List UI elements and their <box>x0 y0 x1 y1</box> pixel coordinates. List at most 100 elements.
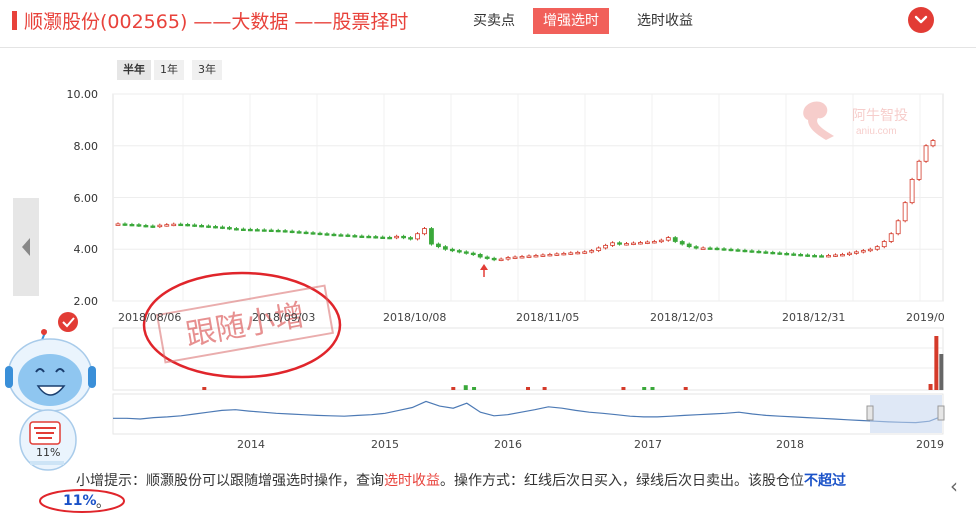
candle-body <box>178 223 184 227</box>
candle-body <box>686 243 692 248</box>
candle-body <box>798 254 804 257</box>
candle-body <box>916 160 922 180</box>
follow-stamp: 跟随小增 <box>142 271 342 379</box>
volume-bar <box>939 354 944 390</box>
navigator-selection[interactable] <box>870 395 942 433</box>
candle-body <box>234 228 239 231</box>
candle-body <box>756 250 762 254</box>
candle-body <box>665 237 671 241</box>
candle-body <box>185 224 191 227</box>
candle-body <box>436 243 441 248</box>
candle-body <box>603 244 609 249</box>
aniu-logo-icon <box>803 101 834 140</box>
candle-body <box>742 249 748 253</box>
candle-body <box>805 254 811 257</box>
candle-body <box>164 224 170 227</box>
candle-body <box>498 258 504 261</box>
candle-body <box>533 255 539 258</box>
candle-body <box>645 241 650 244</box>
volume-bar <box>683 387 688 390</box>
candle-body <box>651 241 657 244</box>
candle-body <box>408 237 413 240</box>
candle-body <box>366 235 372 239</box>
candle-body <box>575 251 581 255</box>
candle-body <box>345 234 351 237</box>
candle-body <box>840 254 845 257</box>
timing-returns-link[interactable]: 选时收益 <box>384 473 440 489</box>
candle-body <box>679 241 685 245</box>
candle-body <box>833 254 838 257</box>
watermark-brand-cn: 阿牛智投 <box>852 107 908 123</box>
candle-body <box>442 246 448 250</box>
candle-body <box>143 225 149 228</box>
candle-body <box>596 247 602 251</box>
mascot-position-label: 11% <box>36 446 61 459</box>
navigator-series-line <box>113 400 944 424</box>
aniu-watermark: 阿牛智投 aniu.com <box>803 101 908 140</box>
candle-body <box>568 252 574 255</box>
navigator-year-label: 2017 <box>634 438 662 451</box>
tip-middle: 。操作方式：红线后次日买入，绿线后次日卖出。该股仓位 <box>440 473 804 489</box>
candle-body <box>275 229 281 233</box>
candle-body <box>227 227 232 230</box>
navigator-year-label: 2018 <box>776 438 804 451</box>
chevron-left-icon[interactable]: ‹ <box>950 474 958 498</box>
x-tick-label: 2018/12/31 <box>782 311 846 324</box>
candle-body <box>122 223 128 226</box>
candle-body <box>220 226 225 229</box>
position-limit-value: 11% <box>63 493 97 509</box>
candle-body <box>261 229 267 232</box>
x-tick-label: 2018/08/06 <box>118 311 182 324</box>
stamp-text: 跟随小增 <box>183 298 307 353</box>
candle-body <box>617 242 622 245</box>
candle-body <box>561 252 567 256</box>
candle-body <box>707 247 713 250</box>
candle-body <box>491 257 497 261</box>
candle-body <box>554 253 560 256</box>
candle-body <box>700 247 706 250</box>
candle-body <box>526 255 532 258</box>
x-tick-label: 2018/12/03 <box>650 311 714 324</box>
volume-bar <box>650 387 655 390</box>
price-chart[interactable]: 阿牛智投 aniu.com 跟随小增 <box>0 0 976 513</box>
candle-body <box>352 235 358 238</box>
candle-body <box>714 247 720 251</box>
candle-body <box>449 248 455 252</box>
navigator-handle-left[interactable] <box>866 405 874 421</box>
candle-body <box>380 236 386 239</box>
candle-body <box>331 233 337 237</box>
candle-body <box>359 235 365 238</box>
candle-body <box>456 250 462 253</box>
navigator-year-label: 2015 <box>371 438 399 451</box>
tip-highlight: 不超过 <box>804 473 846 489</box>
navigator-handle-right[interactable] <box>937 405 945 421</box>
candle-body <box>289 230 295 234</box>
candle-body <box>192 224 198 227</box>
buy-signal-arrow-icon <box>480 264 488 277</box>
volume-bar <box>928 384 933 390</box>
candle-body <box>847 252 852 256</box>
navigator-frame <box>112 393 944 435</box>
candle-body <box>909 178 915 204</box>
candle-body <box>930 140 936 147</box>
x-tick-label: 2018/09/03 <box>252 311 316 324</box>
candle-body <box>853 251 859 254</box>
candle-body <box>860 250 866 253</box>
candle-body <box>477 254 483 258</box>
candle-body <box>136 224 142 227</box>
candle-body <box>157 224 163 228</box>
volume-bar <box>542 387 547 390</box>
candle-body <box>610 242 615 246</box>
candle-body <box>547 254 553 257</box>
candle-body <box>791 253 797 256</box>
candle-body <box>387 236 393 240</box>
volume-bar <box>451 387 456 390</box>
candle-body <box>777 252 783 255</box>
candle-body <box>484 256 490 259</box>
candle-body <box>721 248 727 251</box>
candle-body <box>240 228 246 231</box>
candle-body <box>693 246 699 249</box>
tip-tail: 。 <box>96 495 110 511</box>
candle-body <box>470 252 476 256</box>
candle-body <box>784 252 790 256</box>
